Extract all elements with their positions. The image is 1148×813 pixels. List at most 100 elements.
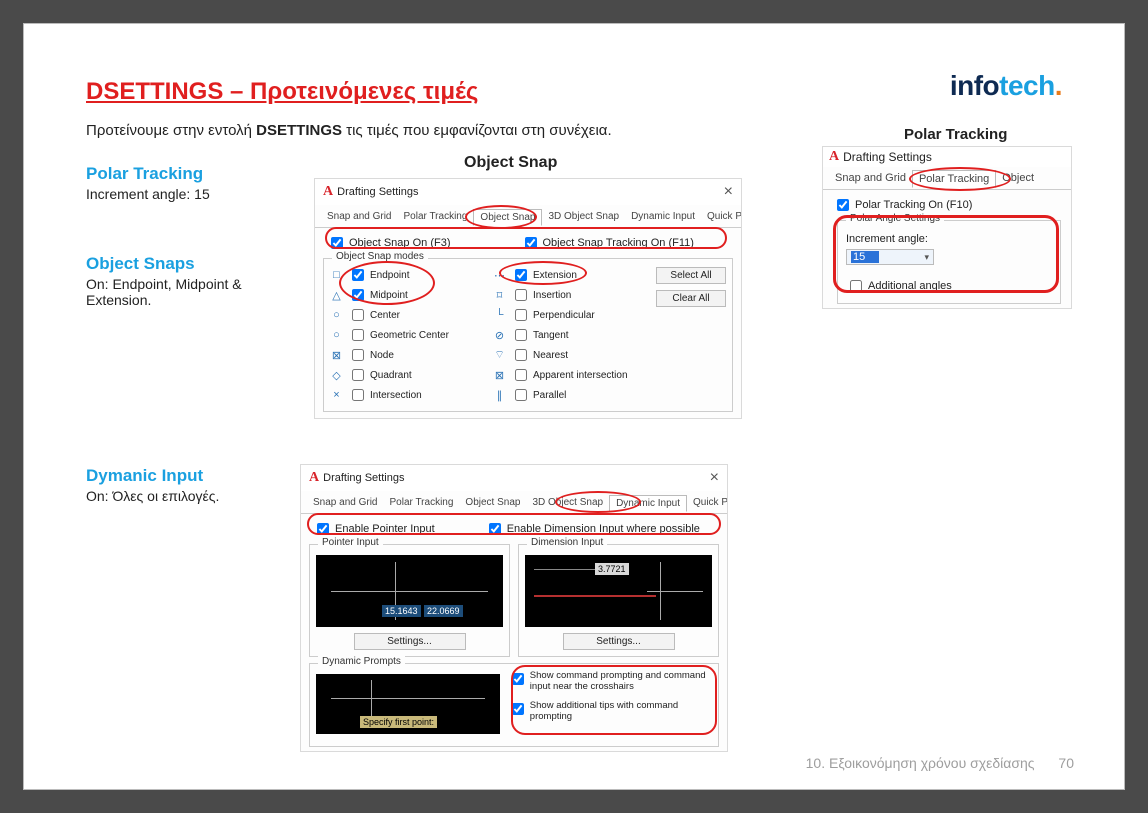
parallel-icon: ∥ xyxy=(493,389,506,402)
lbl-geometric-center: Geometric Center xyxy=(370,330,449,341)
tab-snap-and-grid-dyn[interactable]: Snap and Grid xyxy=(307,495,384,510)
clear-all-button[interactable]: Clear All xyxy=(656,290,726,307)
chk-geometric-center[interactable]: Geometric Center xyxy=(348,326,449,344)
tab-dynamic-input[interactable]: Dynamic Input xyxy=(625,209,701,224)
chk-osnap-on[interactable]: Object Snap On (F3) xyxy=(327,234,451,252)
coord1-tag: 15.1643 xyxy=(382,605,421,617)
footer-text: 10. Εξοικονόμηση χρόνου σχεδίασης xyxy=(806,755,1035,771)
section-dyn-title: Dymanic Input xyxy=(86,466,286,486)
geometric-center-icon: ○ xyxy=(330,329,343,341)
intro-text-c: τις τιμές που εμφανίζονται στη συνέχεια. xyxy=(342,122,612,139)
chk-osnap-on-label: Object Snap On (F3) xyxy=(349,237,451,249)
chk-show-prompting[interactable]: Show command prompting and command input… xyxy=(508,670,712,692)
increment-angle-dropdown[interactable]: 15 ▾ xyxy=(846,249,934,265)
tab-object-snap-dyn[interactable]: Object Snap xyxy=(459,495,526,510)
lbl-nearest: Nearest xyxy=(533,350,568,361)
chk-endpoint[interactable]: Endpoint xyxy=(348,266,409,284)
page-number: 70 xyxy=(1058,755,1074,771)
insertion-icon: ⌑ xyxy=(493,289,506,302)
prompts-preview: Specify first point: xyxy=(316,674,500,734)
tab-dynamic-input-dyn[interactable]: Dynamic Input xyxy=(609,495,687,512)
section-polar-body: Increment angle: 15 xyxy=(86,186,286,202)
section-osnaps-title: Object Snaps xyxy=(86,254,286,274)
polar-window-title: Drafting Settings xyxy=(843,150,932,164)
nearest-icon: ⌔ xyxy=(493,348,506,362)
chk-additional-angles[interactable]: Additional angles xyxy=(846,277,952,295)
polar-dialog: A Drafting Settings Snap and Grid Polar … xyxy=(822,146,1072,309)
lbl-center: Center xyxy=(370,310,400,321)
logo-part1: info xyxy=(950,70,999,101)
select-all-button[interactable]: Select All xyxy=(656,267,726,284)
chk-center[interactable]: Center xyxy=(348,306,400,324)
chk-node[interactable]: Node xyxy=(348,346,394,364)
lbl-parallel: Parallel xyxy=(533,390,566,401)
tab-quick-properties[interactable]: Quick Properti xyxy=(701,209,741,224)
chk-show-tips[interactable]: Show additional tips with command prompt… xyxy=(508,700,712,722)
coord2-tag: 22.0669 xyxy=(424,605,463,617)
chk-extension[interactable]: Extension xyxy=(511,266,577,284)
dim-value-tag: 3.7721 xyxy=(595,563,629,575)
osnap-dialog: A Drafting Settings × Snap and Grid Pola… xyxy=(314,178,742,419)
pointer-settings-button[interactable]: Settings... xyxy=(354,633,466,650)
increment-angle-value: 15 xyxy=(851,251,879,263)
chk-parallel[interactable]: Parallel xyxy=(511,386,566,404)
grp-dim-legend: Dimension Input xyxy=(527,537,607,548)
section-polar: Polar Tracking Increment angle: 15 xyxy=(86,164,286,202)
section-polar-title: Polar Tracking xyxy=(86,164,286,184)
slide-page: DSETTINGS – Προτεινόμενες τιμές Προτείνο… xyxy=(24,24,1124,789)
dim-settings-button[interactable]: Settings... xyxy=(563,633,675,650)
tab-object-polar[interactable]: Object xyxy=(996,170,1040,186)
logo-dot: . xyxy=(1055,70,1062,101)
tab-3d-object-snap[interactable]: 3D Object Snap xyxy=(542,209,625,224)
lbl-endpoint: Endpoint xyxy=(370,270,409,281)
chk-nearest[interactable]: Nearest xyxy=(511,346,568,364)
chk-quadrant[interactable]: Quadrant xyxy=(348,366,412,384)
chk-enable-dim-input[interactable]: Enable Dimension Input where possible xyxy=(485,520,700,538)
lbl-insertion: Insertion xyxy=(533,290,571,301)
tab-3d-object-snap-dyn[interactable]: 3D Object Snap xyxy=(526,495,609,510)
close-icon[interactable]: × xyxy=(724,183,733,201)
lbl-perpendicular: Perpendicular xyxy=(533,310,595,321)
intersection-icon: × xyxy=(330,389,343,401)
autocad-icon: A xyxy=(323,184,333,200)
chk-enable-pointer-input[interactable]: Enable Pointer Input xyxy=(313,520,435,538)
grp-prompts-legend: Dynamic Prompts xyxy=(318,656,405,667)
chk-perpendicular[interactable]: Perpendicular xyxy=(511,306,595,324)
endpoint-icon: □ xyxy=(330,269,343,281)
lbl-enable-dim: Enable Dimension Input where possible xyxy=(507,523,700,535)
chk-apparent[interactable]: Apparent intersection xyxy=(511,366,628,384)
lbl-intersection: Intersection xyxy=(370,390,422,401)
osnap-tabs: Snap and Grid Polar Tracking Object Snap… xyxy=(315,205,741,228)
osnap-window-title: Drafting Settings xyxy=(337,186,418,198)
tab-polar-tracking-polar[interactable]: Polar Tracking xyxy=(912,170,996,188)
tab-snap-and-grid-polar[interactable]: Snap and Grid xyxy=(829,170,912,186)
section-dyn-body: On: Όλες οι επιλογές. xyxy=(86,488,286,504)
intro-text: Προτείνουμε στην εντολή DSETTINGS τις τι… xyxy=(86,122,612,139)
chk-insertion[interactable]: Insertion xyxy=(511,286,571,304)
tab-object-snap[interactable]: Object Snap xyxy=(473,209,542,226)
dyn-dialog: A Drafting Settings × Snap and Grid Pola… xyxy=(300,464,728,752)
tab-polar-tracking[interactable]: Polar Tracking xyxy=(398,209,474,224)
chevron-down-icon: ▾ xyxy=(924,252,929,263)
chk-tangent[interactable]: Tangent xyxy=(511,326,569,344)
chk-midpoint[interactable]: Midpoint xyxy=(348,286,408,304)
slide-footer: 10. Εξοικονόμηση χρόνου σχεδίασης 70 xyxy=(806,755,1074,771)
increment-angle-label: Increment angle: xyxy=(846,233,1052,245)
chk-intersection[interactable]: Intersection xyxy=(348,386,422,404)
tab-snap-and-grid[interactable]: Snap and Grid xyxy=(321,209,398,224)
section-dyn: Dymanic Input On: Όλες οι επιλογές. xyxy=(86,466,286,504)
pointer-preview: 15.1643 22.0669 xyxy=(316,555,503,627)
tab-polar-tracking-dyn[interactable]: Polar Tracking xyxy=(384,495,460,510)
quadrant-icon: ◇ xyxy=(330,369,343,382)
lbl-show-prompting: Show command prompting and command input… xyxy=(530,670,712,692)
osnap-modes-legend: Object Snap modes xyxy=(332,251,428,262)
tab-quick-properties-dyn[interactable]: Quick Properti xyxy=(687,495,727,510)
close-icon[interactable]: × xyxy=(710,469,719,487)
chk-polar-on[interactable]: Polar Tracking On (F10) xyxy=(833,196,972,214)
lbl-tangent: Tangent xyxy=(533,330,569,341)
node-icon: ⊠ xyxy=(330,349,343,362)
chk-osnap-track-on[interactable]: Object Snap Tracking On (F11) xyxy=(521,234,694,252)
prompt-text-tag: Specify first point: xyxy=(360,716,437,728)
dyn-window-title: Drafting Settings xyxy=(323,472,404,484)
lbl-node: Node xyxy=(370,350,394,361)
